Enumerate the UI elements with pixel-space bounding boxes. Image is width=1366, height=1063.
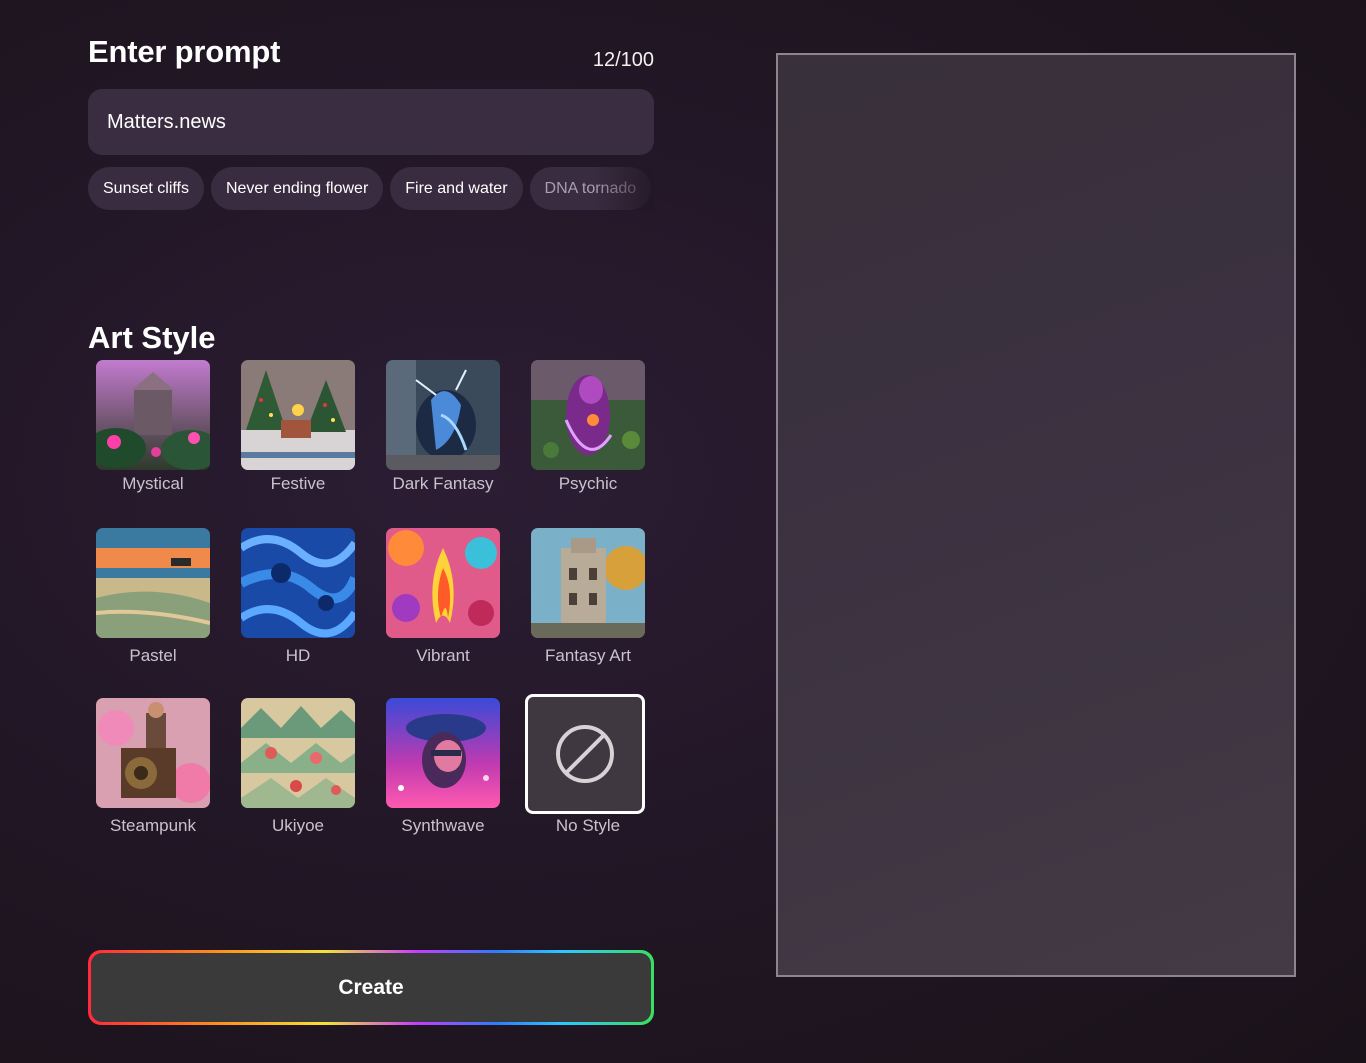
style-label: Dark Fantasy <box>392 474 494 493</box>
style-label: Fantasy Art <box>545 646 631 665</box>
dark-fantasy-thumbnail <box>386 360 500 470</box>
suggestion-chip-sunset-cliffs[interactable]: Sunset cliffs <box>88 167 204 210</box>
pastel-thumbnail <box>96 528 210 638</box>
mystical-thumbnail <box>96 360 210 470</box>
style-label: Ukiyoe <box>272 816 324 835</box>
suggestion-chip-dna-tornado[interactable]: DNA tornado <box>529 167 652 210</box>
style-label: Mystical <box>122 474 184 493</box>
style-label: Festive <box>270 474 326 493</box>
character-counter: 12/100 <box>592 49 654 71</box>
create-button-label: Create <box>91 953 651 1022</box>
style-label: Vibrant <box>416 646 470 665</box>
suggestion-chip-fire-and-water[interactable]: Fire and water <box>390 167 523 210</box>
image-preview-panel <box>776 53 1296 977</box>
prompt-title: Enter prompt <box>88 34 281 69</box>
art-style-title: Art Style <box>88 320 216 355</box>
ukiyoe-thumbnail <box>241 698 355 808</box>
festive-thumbnail <box>241 360 355 470</box>
create-button[interactable]: Create <box>88 950 654 1025</box>
prompt-input[interactable] <box>88 89 654 155</box>
style-label: Synthwave <box>401 816 485 835</box>
style-label: HD <box>285 646 311 665</box>
fantasy-art-thumbnail <box>531 528 645 638</box>
synthwave-thumbnail <box>386 698 500 808</box>
prompt-panel: Enter prompt 12/100 Sunset cliffsNever e… <box>88 0 654 1063</box>
no-style-icon <box>556 725 614 783</box>
no-style-selected-box <box>525 694 645 814</box>
steampunk-thumbnail <box>96 698 210 808</box>
style-label: Psychic <box>558 474 618 493</box>
prompt-suggestions: Sunset cliffs Never ending flower Fire and… <box>88 167 654 211</box>
style-label: No Style <box>555 816 621 835</box>
vibrant-thumbnail <box>386 528 500 638</box>
suggestion-chip-never-ending-flower[interactable]: Never ending flower <box>210 167 384 210</box>
hd-thumbnail <box>241 528 355 638</box>
psychic-thumbnail <box>531 360 645 470</box>
style-label: Pastel <box>129 646 177 665</box>
style-label: Steampunk <box>110 816 196 835</box>
